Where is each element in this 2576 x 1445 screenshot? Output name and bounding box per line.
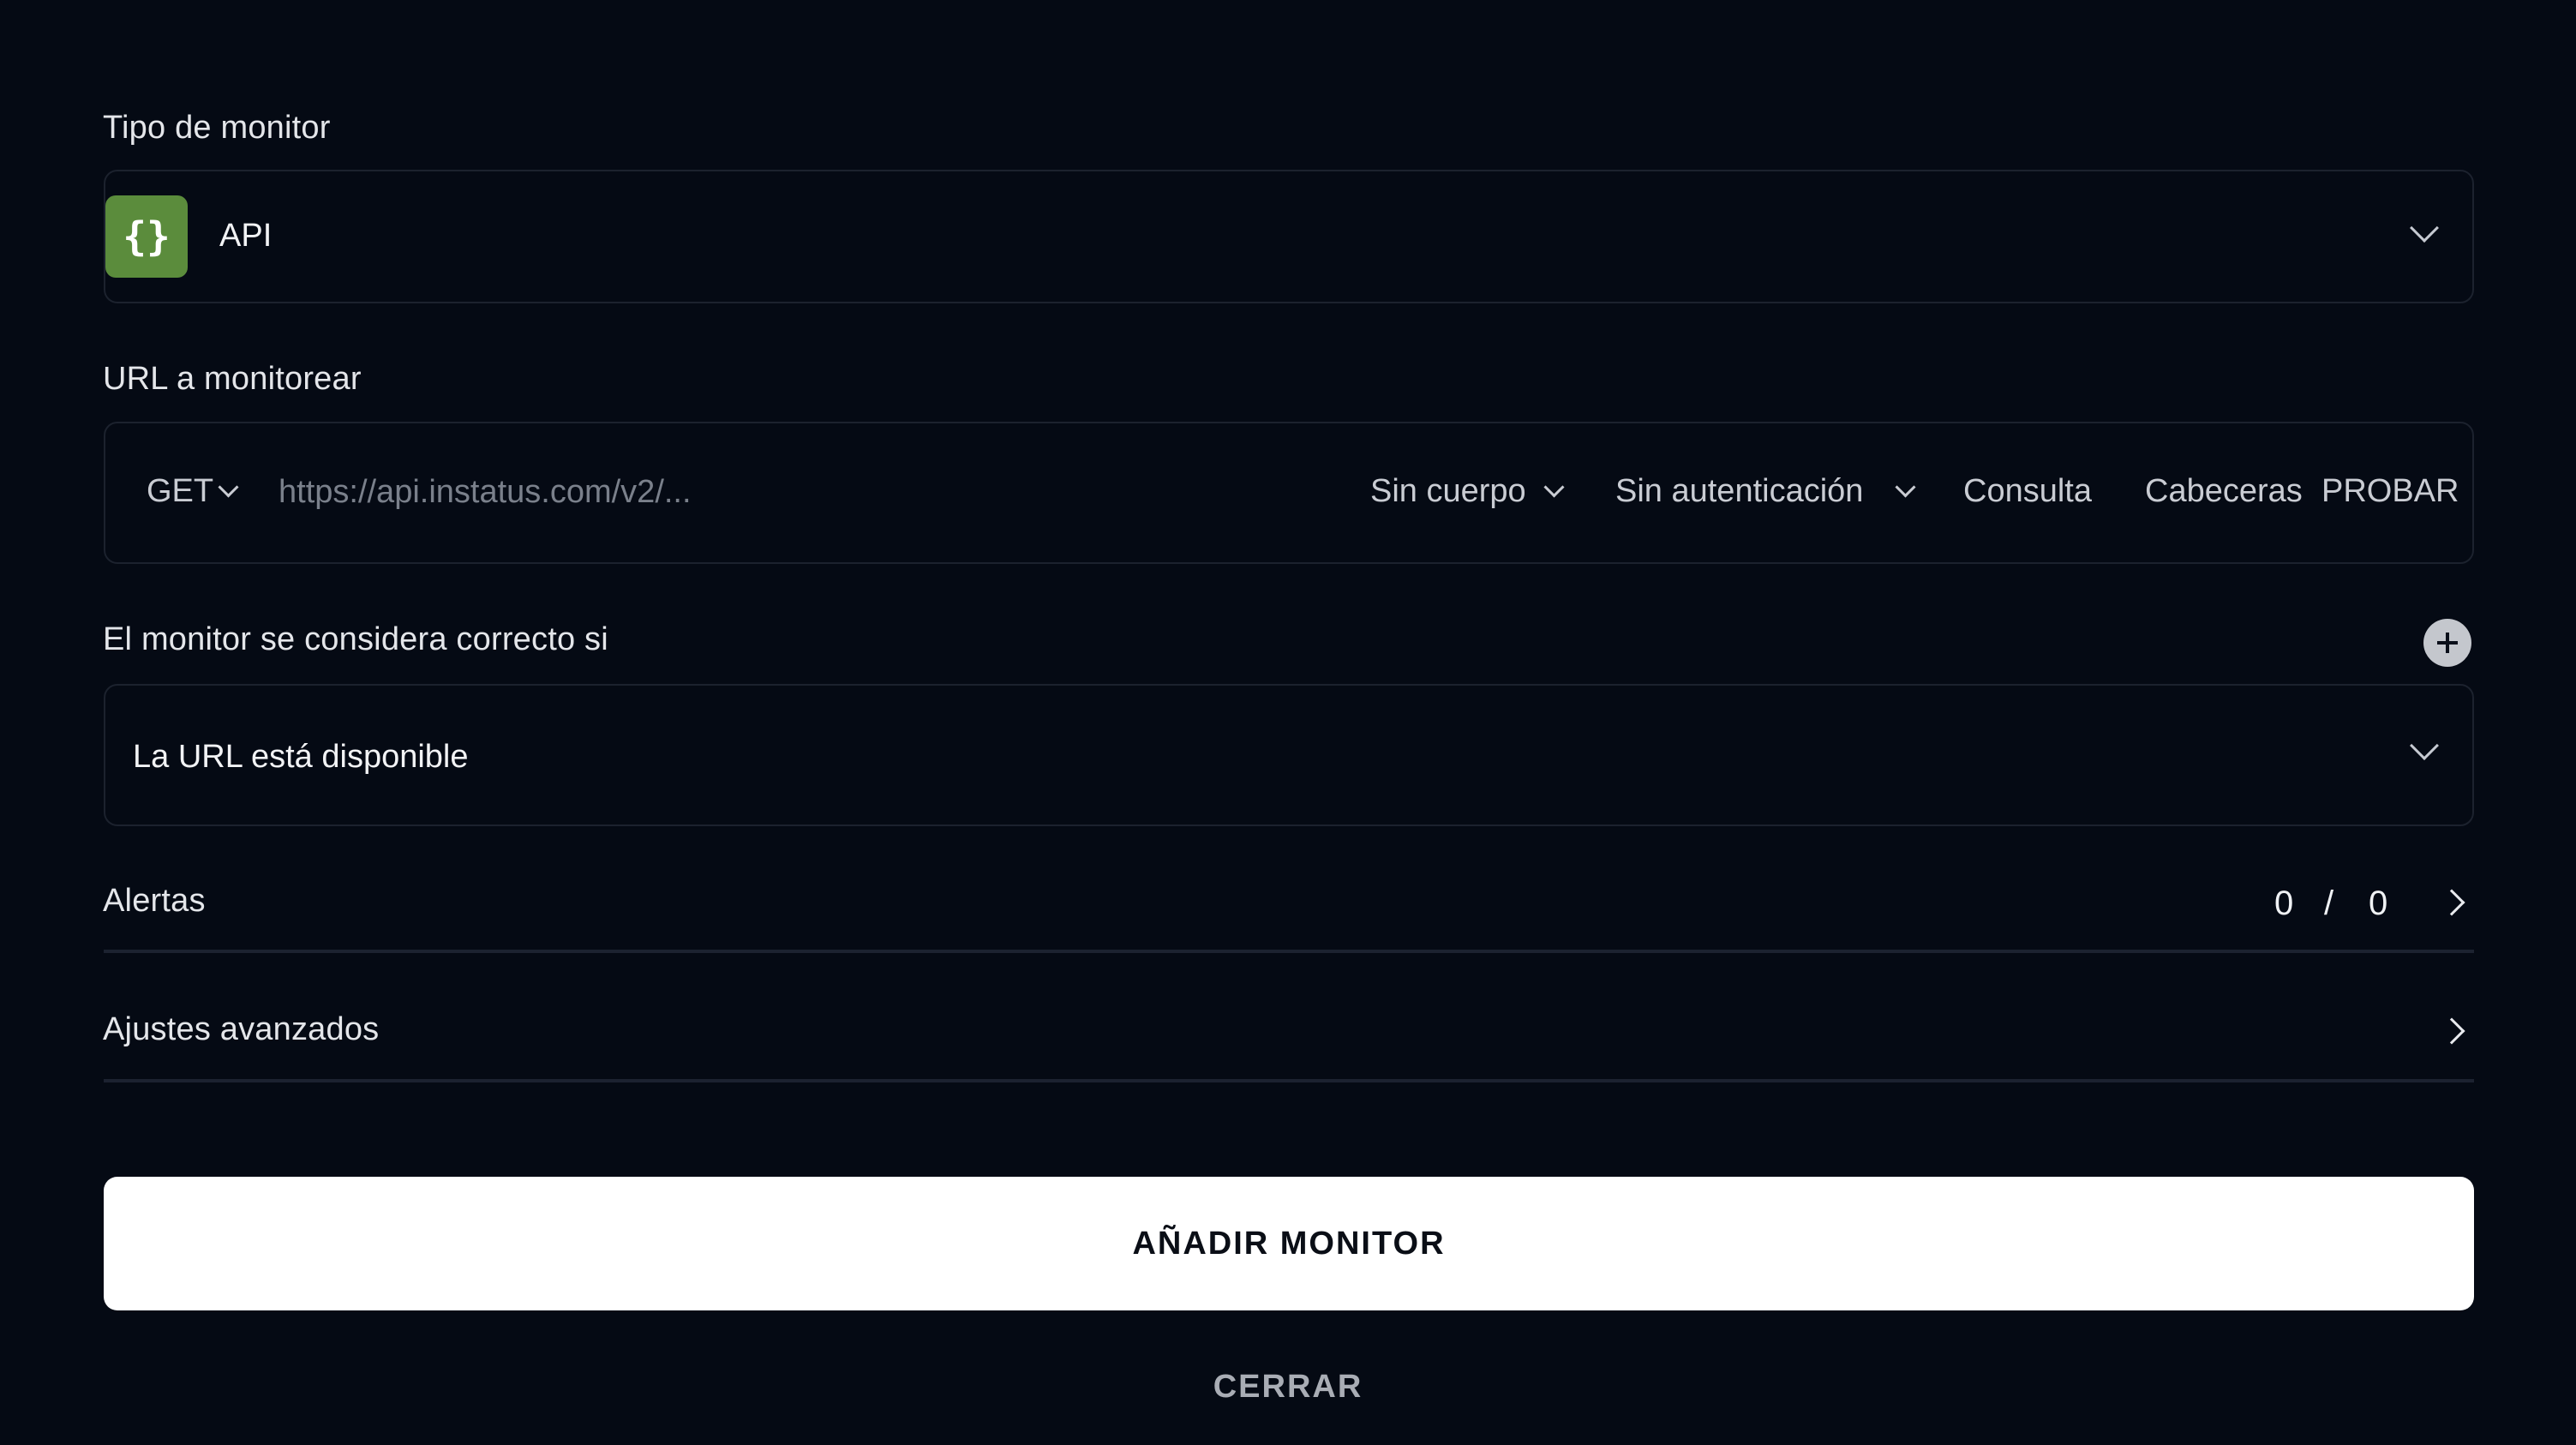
condition-label: El monitor se considera correcto si bbox=[103, 621, 608, 657]
divider bbox=[104, 950, 2474, 953]
advanced-settings-label: Ajustes avanzados bbox=[103, 1011, 380, 1047]
chevron-right-icon bbox=[2438, 889, 2465, 916]
url-input[interactable] bbox=[279, 466, 1264, 518]
alerts-label: Alertas bbox=[103, 883, 206, 919]
auth-select-label: Sin autenticación bbox=[1615, 473, 1864, 509]
monitor-type-label: Tipo de monitor bbox=[103, 110, 331, 146]
monitor-type-select[interactable]: {} API bbox=[104, 170, 2474, 303]
chevron-down-icon bbox=[2410, 213, 2439, 243]
divider bbox=[104, 1079, 2474, 1082]
chevron-down-icon bbox=[1895, 477, 1916, 498]
chevron-down-icon bbox=[1543, 477, 1565, 498]
alerts-total-count: 0 bbox=[2369, 884, 2388, 922]
close-button[interactable]: CERRAR bbox=[1028, 1361, 1548, 1412]
chevron-down-icon bbox=[218, 477, 239, 498]
alerts-active-count: 0 bbox=[2274, 884, 2294, 922]
test-button[interactable]: PROBAR bbox=[2321, 473, 2459, 510]
url-request-bar: GET Sin cuerpo Sin autenticación Consult… bbox=[104, 422, 2474, 564]
headers-tab[interactable]: Cabeceras bbox=[2145, 473, 2303, 510]
chevron-down-icon bbox=[2410, 731, 2439, 760]
monitor-type-value: API bbox=[219, 218, 273, 254]
add-monitor-form: Tipo de monitor {} API URL a monitorear … bbox=[0, 0, 2576, 1445]
braces-icon: {} bbox=[105, 195, 188, 278]
query-tab[interactable]: Consulta bbox=[1963, 473, 2092, 510]
url-label: URL a monitorear bbox=[103, 361, 362, 397]
method-value: GET bbox=[147, 473, 214, 509]
chevron-right-icon bbox=[2438, 1017, 2465, 1045]
condition-value: La URL está disponible bbox=[133, 739, 469, 775]
add-monitor-button[interactable]: AÑADIR MONITOR bbox=[104, 1177, 2474, 1310]
add-condition-button[interactable] bbox=[2423, 619, 2471, 667]
alerts-separator: / bbox=[2324, 884, 2334, 922]
condition-select[interactable]: La URL está disponible bbox=[104, 684, 2474, 826]
body-select-label: Sin cuerpo bbox=[1370, 473, 1526, 509]
